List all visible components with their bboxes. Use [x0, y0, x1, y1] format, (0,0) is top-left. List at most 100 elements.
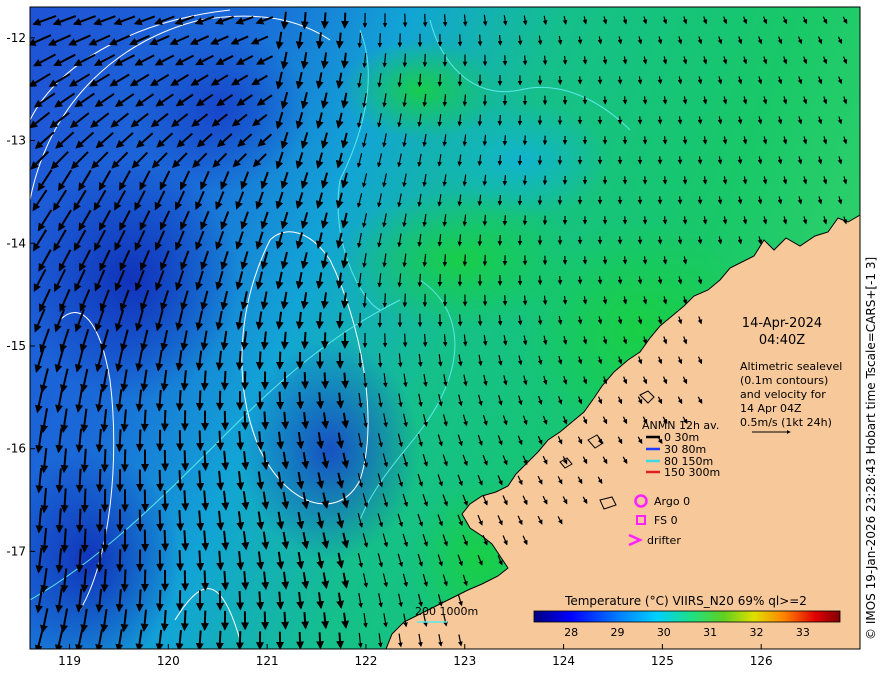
- velocity-arrow: [195, 390, 204, 412]
- velocity-arrow: [75, 468, 84, 493]
- velocity-arrow: [261, 411, 270, 431]
- velocity-arrow: [662, 216, 668, 225]
- lon-tick-label: 123: [453, 654, 476, 668]
- velocity-arrow: [462, 254, 468, 267]
- velocity-arrow: [336, 632, 345, 649]
- velocity-arrow: [457, 314, 463, 327]
- velocity-arrow: [657, 116, 663, 125]
- velocity-arrow: [422, 333, 428, 348]
- velocity-arrow: [135, 589, 144, 612]
- velocity-arrow: [437, 274, 443, 287]
- velocity-arrow: [181, 450, 190, 472]
- lat-tick-label: -12: [6, 31, 26, 45]
- info-line: 14 Apr 04Z: [740, 402, 802, 415]
- velocity-arrow: [340, 12, 349, 29]
- velocity-arrow: [557, 75, 563, 85]
- velocity-arrow: [522, 295, 528, 306]
- velocity-arrow: [300, 12, 309, 30]
- velocity-arrow: [502, 215, 508, 226]
- velocity-arrow: [677, 196, 683, 205]
- velocity-arrow: [176, 510, 185, 532]
- velocity-arrow: [497, 195, 503, 206]
- velocity-arrow: [377, 33, 383, 48]
- info-line: Altimetric sealevel: [740, 360, 842, 373]
- lon-tick-label: 125: [651, 654, 674, 668]
- colorbar-tick-label: 32: [750, 626, 764, 639]
- velocity-arrow: [160, 409, 169, 432]
- lat-tick-label: -14: [6, 236, 26, 250]
- velocity-arrow: [602, 96, 608, 105]
- lat-tick-label: -16: [6, 442, 26, 456]
- velocity-arrow: [316, 632, 325, 649]
- velocity-arrow: [497, 114, 503, 126]
- velocity-arrow: [280, 331, 289, 350]
- velocity-arrow: [261, 611, 270, 631]
- velocity-arrow: [477, 314, 483, 327]
- velocity-arrow: [156, 509, 165, 532]
- velocity-arrow: [216, 430, 225, 451]
- velocity-arrow: [236, 591, 245, 611]
- velocity-arrow: [442, 254, 448, 267]
- velocity-arrow: [100, 528, 109, 553]
- velocity-arrow: [301, 612, 310, 630]
- velocity-arrow: [677, 156, 683, 165]
- velocity-arrow: [437, 74, 443, 87]
- velocity-arrow: [577, 276, 583, 285]
- lon-tick-label: 122: [354, 654, 377, 668]
- lat-tick-label: -13: [6, 134, 26, 148]
- velocity-arrow: [200, 610, 209, 631]
- velocity-arrow: [276, 591, 285, 610]
- velocity-arrow: [617, 236, 623, 245]
- velocity-arrow: [662, 176, 668, 185]
- colorbar-tick-label: 29: [610, 626, 624, 639]
- velocity-arrow: [120, 569, 129, 593]
- velocity-arrow: [357, 352, 363, 369]
- velocity-arrow: [657, 156, 663, 165]
- velocity-arrow: [497, 35, 503, 46]
- velocity-arrow: [196, 470, 205, 492]
- velocity-arrow: [156, 469, 165, 492]
- velocity-arrow: [95, 468, 104, 493]
- velocity-arrow: [176, 470, 185, 492]
- velocity-arrow: [321, 372, 330, 390]
- velocity-arrow: [637, 116, 643, 125]
- bathymetry-label: 200 1000m: [415, 605, 478, 618]
- velocity-arrow: [597, 76, 603, 85]
- velocity-arrow: [320, 12, 329, 30]
- velocity-arrow: [241, 411, 250, 431]
- velocity-arrow: [200, 370, 209, 391]
- velocity-arrow: [335, 32, 344, 49]
- drifter-label: drifter: [647, 534, 681, 547]
- velocity-arrow: [320, 332, 329, 350]
- velocity-arrow: [522, 175, 528, 186]
- velocity-arrow: [300, 332, 309, 350]
- velocity-arrow: [296, 391, 305, 410]
- velocity-arrow: [502, 135, 508, 146]
- velocity-arrow: [517, 155, 523, 166]
- velocity-arrow: [296, 631, 305, 649]
- velocity-arrow: [115, 429, 124, 453]
- colorbar-title: Temperature (°C) VIIRS_N20 69% ql>=2: [564, 594, 807, 608]
- colorbar-tick-label: 33: [796, 626, 810, 639]
- velocity-arrow: [140, 409, 149, 432]
- velocity-arrow: [402, 293, 408, 308]
- velocity-arrow: [161, 529, 170, 552]
- velocity-arrow: [682, 176, 688, 185]
- sst-map: 119 120 121 122 123 124 125 126 -12 -13 -14 -15 -16…: [6, 6, 861, 668]
- argo-label: Argo 0: [654, 495, 690, 508]
- velocity-arrow: [462, 94, 468, 107]
- velocity-arrow: [315, 312, 324, 330]
- colorbar-tick-label: 28: [564, 626, 578, 639]
- velocity-arrow: [241, 571, 250, 591]
- velocity-arrow: [335, 312, 344, 329]
- velocity-arrow: [240, 371, 249, 391]
- velocity-arrow: [562, 55, 568, 65]
- velocity-arrow: [477, 34, 483, 47]
- velocity-arrow: [422, 13, 428, 28]
- info-line: and velocity for: [740, 388, 826, 401]
- fs-label: FS 0: [654, 514, 678, 527]
- velocity-arrow: [75, 508, 84, 533]
- velocity-arrow: [135, 429, 144, 452]
- velocity-arrow: [196, 550, 205, 572]
- map-time: 04:40Z: [759, 333, 805, 348]
